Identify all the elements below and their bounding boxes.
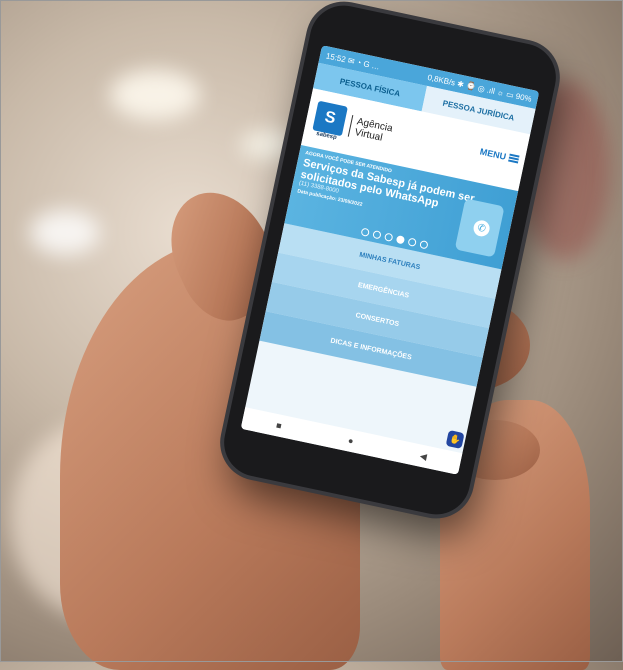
carousel-dot[interactable] — [360, 227, 370, 237]
carousel-dot[interactable] — [372, 229, 382, 240]
back-icon[interactable]: ◀ — [419, 450, 428, 462]
carousel-dot[interactable] — [383, 232, 394, 242]
bokeh-light — [30, 210, 100, 255]
bokeh-light — [110, 70, 200, 120]
carousel-dot[interactable] — [407, 237, 417, 247]
hand-icon[interactable]: ✋ — [445, 429, 465, 449]
recent-apps-icon[interactable]: ■ — [275, 420, 282, 431]
carousel-dot[interactable] — [419, 239, 429, 250]
status-time: 15:52 — [325, 50, 347, 64]
android-nav-bar: ■ ● ◀ — [240, 407, 463, 475]
menu-label: MENU — [479, 146, 508, 162]
status-notification-icons: ✉ ◔ G … — [347, 55, 381, 72]
carousel-dot[interactable] — [395, 234, 406, 245]
hamburger-icon — [508, 153, 520, 164]
agency-title: Agência Virtual — [347, 114, 394, 146]
sabesp-logo[interactable]: S sabesp — [311, 100, 348, 142]
home-icon[interactable]: ● — [347, 435, 354, 446]
menu-button[interactable]: MENU — [479, 146, 520, 164]
